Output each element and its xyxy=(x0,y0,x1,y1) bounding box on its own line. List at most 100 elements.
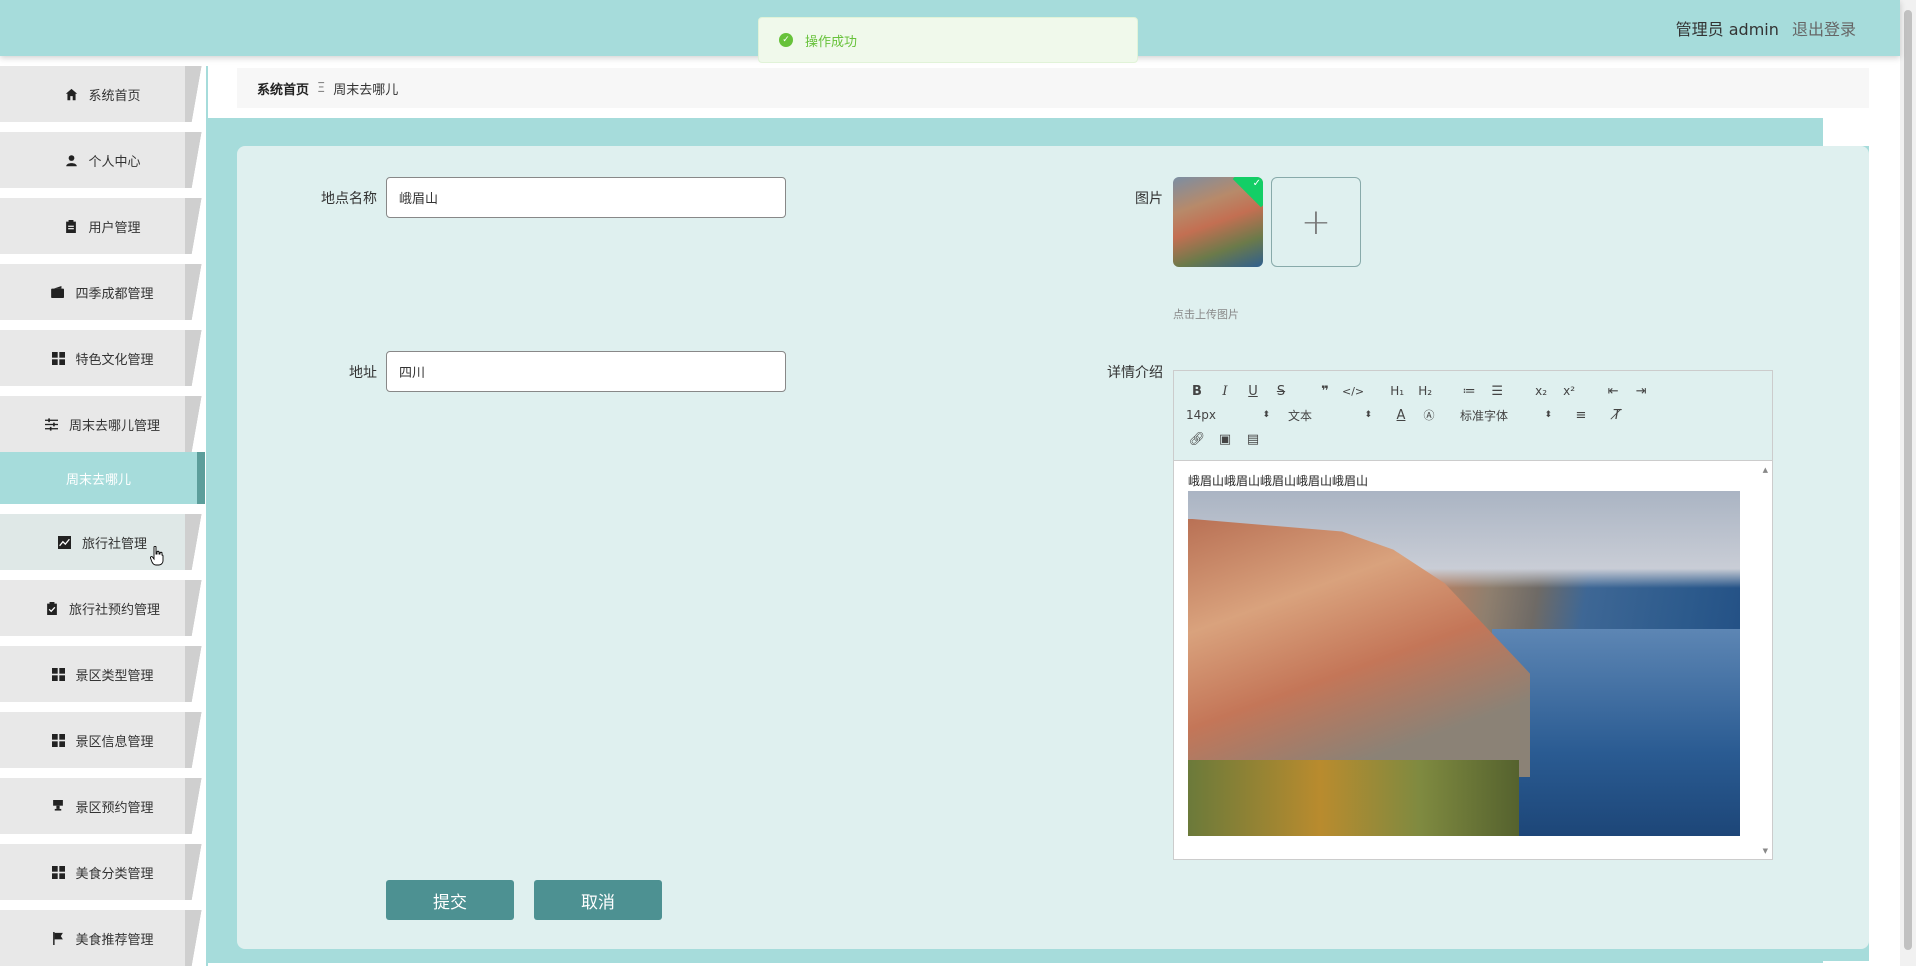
sidebar-item-label: 旅行社管理 xyxy=(81,536,147,552)
sidebar-item-agency[interactable]: 旅行社管理 xyxy=(0,514,205,570)
scroll-up-icon[interactable]: ▲ xyxy=(1763,466,1768,474)
sidebar-item-label: 个人中心 xyxy=(88,154,141,170)
sidebar-item-food-recommend[interactable]: 美食推荐管理 xyxy=(0,910,205,966)
breadcrumb: 系统首页 Ξ 周末去哪儿 xyxy=(237,68,1869,108)
logout-link[interactable]: 退出登录 xyxy=(1792,20,1856,39)
bold-icon[interactable]: B xyxy=(1186,381,1208,401)
scroll-down-icon[interactable]: ▼ xyxy=(1763,847,1768,855)
upload-tip: 点击上传图片 xyxy=(1173,308,1239,321)
align-icon[interactable]: ≡ xyxy=(1570,405,1592,425)
image-icon[interactable]: ▣ xyxy=(1214,429,1236,449)
underline-icon[interactable]: U xyxy=(1242,381,1264,401)
detail-label: 详情介绍 xyxy=(1107,365,1163,381)
uploaded-image-thumbnail[interactable]: ✓ xyxy=(1173,177,1263,267)
sidebar-item-seasons[interactable]: 四季成都管理 xyxy=(0,264,205,320)
toast-message: 操作成功 xyxy=(805,34,858,50)
page-scrollbar[interactable] xyxy=(1900,0,1916,966)
video-icon[interactable]: ▤ xyxy=(1242,429,1264,449)
sidebar-item-profile[interactable]: 个人中心 xyxy=(0,132,205,188)
breadcrumb-current: 周末去哪儿 xyxy=(333,82,399,98)
heading1-icon[interactable]: H₁ xyxy=(1386,381,1408,401)
place-name-label: 地点名称 xyxy=(321,191,377,207)
sidebar-item-label: 景区预约管理 xyxy=(75,800,154,816)
select-arrow-icon: ⬍ xyxy=(1262,410,1270,420)
font-size-value: 14px xyxy=(1186,408,1216,422)
sidebar-item-label: 周末去哪儿管理 xyxy=(68,418,160,434)
italic-icon[interactable]: I xyxy=(1214,381,1236,401)
indent-icon[interactable]: ⇥ xyxy=(1630,381,1652,401)
clipboard-check-icon xyxy=(45,601,59,615)
link-icon[interactable]: 🔗︎ xyxy=(1186,429,1208,449)
subscript-icon[interactable]: x₂ xyxy=(1530,381,1552,401)
sidebar-item-home[interactable]: 系统首页 xyxy=(0,66,205,122)
heading2-icon[interactable]: H₂ xyxy=(1414,381,1436,401)
admin-user-label: 管理员 admin xyxy=(1675,20,1779,39)
ordered-list-icon[interactable]: ≔ xyxy=(1458,381,1480,401)
bullet-list-icon[interactable]: ☰ xyxy=(1486,381,1508,401)
check-icon: ✓ xyxy=(1252,178,1261,189)
sidebar-item-scenic-info[interactable]: 景区信息管理 xyxy=(0,712,205,768)
image-label: 图片 xyxy=(1135,191,1163,207)
sidebar-item-label: 旅行社预约管理 xyxy=(68,602,160,618)
sidebar-item-food-category[interactable]: 美食分类管理 xyxy=(0,844,205,900)
sidebar-item-scenic-type[interactable]: 景区类型管理 xyxy=(0,646,205,702)
chart-icon xyxy=(58,535,72,549)
grid-icon xyxy=(51,865,65,879)
font-color-icon[interactable]: A xyxy=(1390,405,1412,425)
header-select[interactable]: 文本 ⬍ xyxy=(1288,405,1372,425)
sidebar-item-label: 系统首页 xyxy=(88,88,141,104)
grid-icon xyxy=(51,667,65,681)
photo-flowers xyxy=(1188,760,1520,836)
sidebar-item-culture[interactable]: 特色文化管理 xyxy=(0,330,205,386)
submit-button[interactable]: 提交 xyxy=(386,880,514,920)
address-label: 地址 xyxy=(349,365,377,381)
user-area: 管理员 admin 退出登录 xyxy=(1676,16,1856,40)
background-color-icon[interactable]: Ⓐ xyxy=(1418,405,1440,425)
select-arrow-icon: ⬍ xyxy=(1364,410,1372,420)
font-family-select[interactable]: 标准字体 ⬍ xyxy=(1460,405,1552,425)
plus-icon: + xyxy=(1300,201,1332,243)
grid-icon xyxy=(51,733,65,747)
editor-inserted-image xyxy=(1188,491,1740,836)
stamp-icon xyxy=(51,799,65,813)
sidebar-item-agency-booking[interactable]: 旅行社预约管理 xyxy=(0,580,205,636)
sliders-icon xyxy=(45,417,59,431)
hand-cursor-icon xyxy=(150,546,164,566)
sidebar-item-label: 景区信息管理 xyxy=(75,734,154,750)
outdent-icon[interactable]: ⇤ xyxy=(1602,381,1624,401)
sidebar-item-label: 用户管理 xyxy=(88,220,141,236)
clear-format-icon[interactable]: T̸ xyxy=(1606,405,1628,425)
flag-icon xyxy=(51,931,65,945)
superscript-icon[interactable]: x² xyxy=(1558,381,1580,401)
sidebar-item-label: 美食推荐管理 xyxy=(75,932,154,948)
scrollbar-thumb[interactable] xyxy=(1904,10,1912,950)
grid-icon xyxy=(51,351,65,365)
sidebar-item-label: 四季成都管理 xyxy=(75,286,154,302)
sidebar: 系统首页 个人中心 用户管理 四季成都管理 特色文化管理 周末去哪儿管理 周末去… xyxy=(0,66,206,966)
success-check-icon: ✓ xyxy=(779,33,793,47)
editor-text: 峨眉山峨眉山峨眉山峨眉山峨眉山 xyxy=(1188,474,1369,488)
editor-toolbar: B I U S ❞ </> H₁ H₂ ≔ ☰ x₂ x² ⇤ ⇥ 14px ⬍ … xyxy=(1174,371,1772,461)
editor-content[interactable]: 峨眉山峨眉山峨眉山峨眉山峨眉山 ▲ ▼ xyxy=(1174,462,1772,859)
breadcrumb-home[interactable]: 系统首页 xyxy=(257,79,309,98)
sidebar-item-scenic-booking[interactable]: 景区预约管理 xyxy=(0,778,205,834)
sidebar-item-weekend-manage[interactable]: 周末去哪儿管理 xyxy=(0,396,205,452)
wallet-icon xyxy=(51,285,65,299)
blockquote-icon[interactable]: ❞ xyxy=(1314,381,1336,401)
image-upload-button[interactable]: + xyxy=(1271,177,1361,267)
sidebar-item-label: 美食分类管理 xyxy=(75,866,154,882)
font-family-value: 标准字体 xyxy=(1460,408,1509,423)
user-icon xyxy=(64,153,78,167)
select-arrow-icon: ⬍ xyxy=(1544,410,1552,420)
clipboard-icon xyxy=(64,219,78,233)
address-input[interactable]: 四川 xyxy=(386,351,786,392)
code-block-icon[interactable]: </> xyxy=(1342,381,1364,401)
breadcrumb-separator: Ξ xyxy=(317,80,326,96)
place-name-input[interactable]: 峨眉山 xyxy=(386,177,786,218)
sidebar-item-users[interactable]: 用户管理 xyxy=(0,198,205,254)
font-size-select[interactable]: 14px ⬍ xyxy=(1186,405,1270,425)
home-icon xyxy=(64,87,78,101)
strike-icon[interactable]: S xyxy=(1270,381,1292,401)
cancel-button[interactable]: 取消 xyxy=(534,880,662,920)
sidebar-item-weekend[interactable]: 周末去哪儿 xyxy=(0,452,205,504)
